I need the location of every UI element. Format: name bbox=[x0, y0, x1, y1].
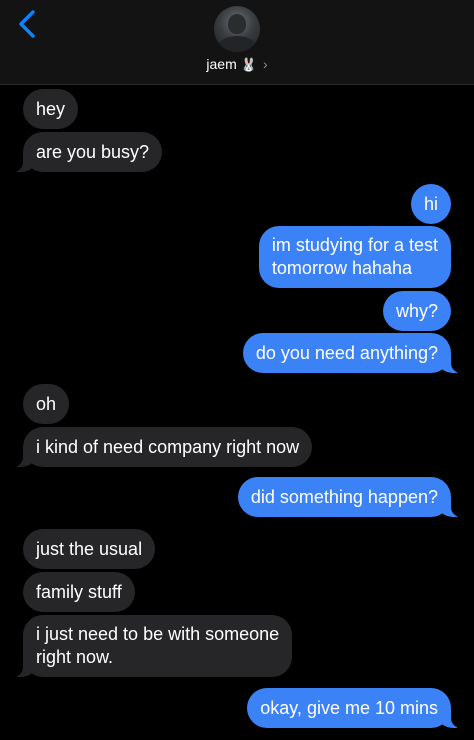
avatar-face bbox=[228, 14, 246, 34]
message-incoming[interactable]: just the usual bbox=[23, 529, 156, 569]
message-outgoing[interactable]: okay, give me 10 mins bbox=[247, 688, 461, 728]
message-text-line: right now. bbox=[36, 647, 114, 667]
message-text: i kind of need company right now bbox=[36, 437, 300, 457]
message-incoming[interactable]: are you busy? bbox=[12, 132, 163, 172]
conversation-header: jaem 🐰 › bbox=[0, 0, 474, 85]
message-outgoing[interactable]: do you need anything? bbox=[242, 333, 462, 373]
message-text: did something happen? bbox=[250, 487, 438, 507]
message-incoming[interactable]: oh bbox=[23, 384, 70, 424]
message-text: okay, give me 10 mins bbox=[260, 698, 438, 718]
chevron-left-icon bbox=[19, 10, 35, 38]
message-text: hi bbox=[423, 194, 438, 214]
message-text: do you need anything? bbox=[255, 343, 438, 363]
contact-name-row[interactable]: jaem 🐰 › bbox=[0, 54, 474, 74]
message-outgoing[interactable]: why? bbox=[382, 291, 451, 331]
chevron-right-icon: › bbox=[262, 56, 268, 72]
back-button[interactable] bbox=[14, 9, 42, 39]
message-incoming[interactable]: family stuff bbox=[23, 572, 135, 612]
message-incoming[interactable]: i kind of need company right now bbox=[12, 427, 313, 467]
message-text-line: i just need to be with someone bbox=[36, 624, 280, 644]
message-text: oh bbox=[36, 394, 57, 414]
message-outgoing[interactable]: did something happen? bbox=[237, 477, 462, 517]
message-incoming[interactable]: hey bbox=[23, 89, 79, 129]
contact-avatar[interactable] bbox=[214, 6, 260, 52]
message-text: family stuff bbox=[36, 582, 122, 602]
avatar-shoulders bbox=[218, 36, 256, 52]
message-text: why? bbox=[395, 301, 438, 321]
message-text: hey bbox=[36, 99, 66, 119]
message-incoming[interactable]: i just need to be with someone right now… bbox=[12, 615, 293, 677]
message-text: are you busy? bbox=[36, 142, 150, 162]
contact-name: jaem bbox=[206, 56, 237, 72]
message-outgoing[interactable]: hi bbox=[410, 184, 451, 224]
rabbit-emoji-icon: 🐰 bbox=[240, 57, 257, 72]
message-text-line: tomorrow hahaha bbox=[271, 258, 413, 278]
message-text: just the usual bbox=[36, 539, 143, 559]
message-outgoing[interactable]: im studying for a test tomorrow hahaha bbox=[258, 226, 451, 288]
message-text-line: im studying for a test bbox=[271, 235, 438, 255]
